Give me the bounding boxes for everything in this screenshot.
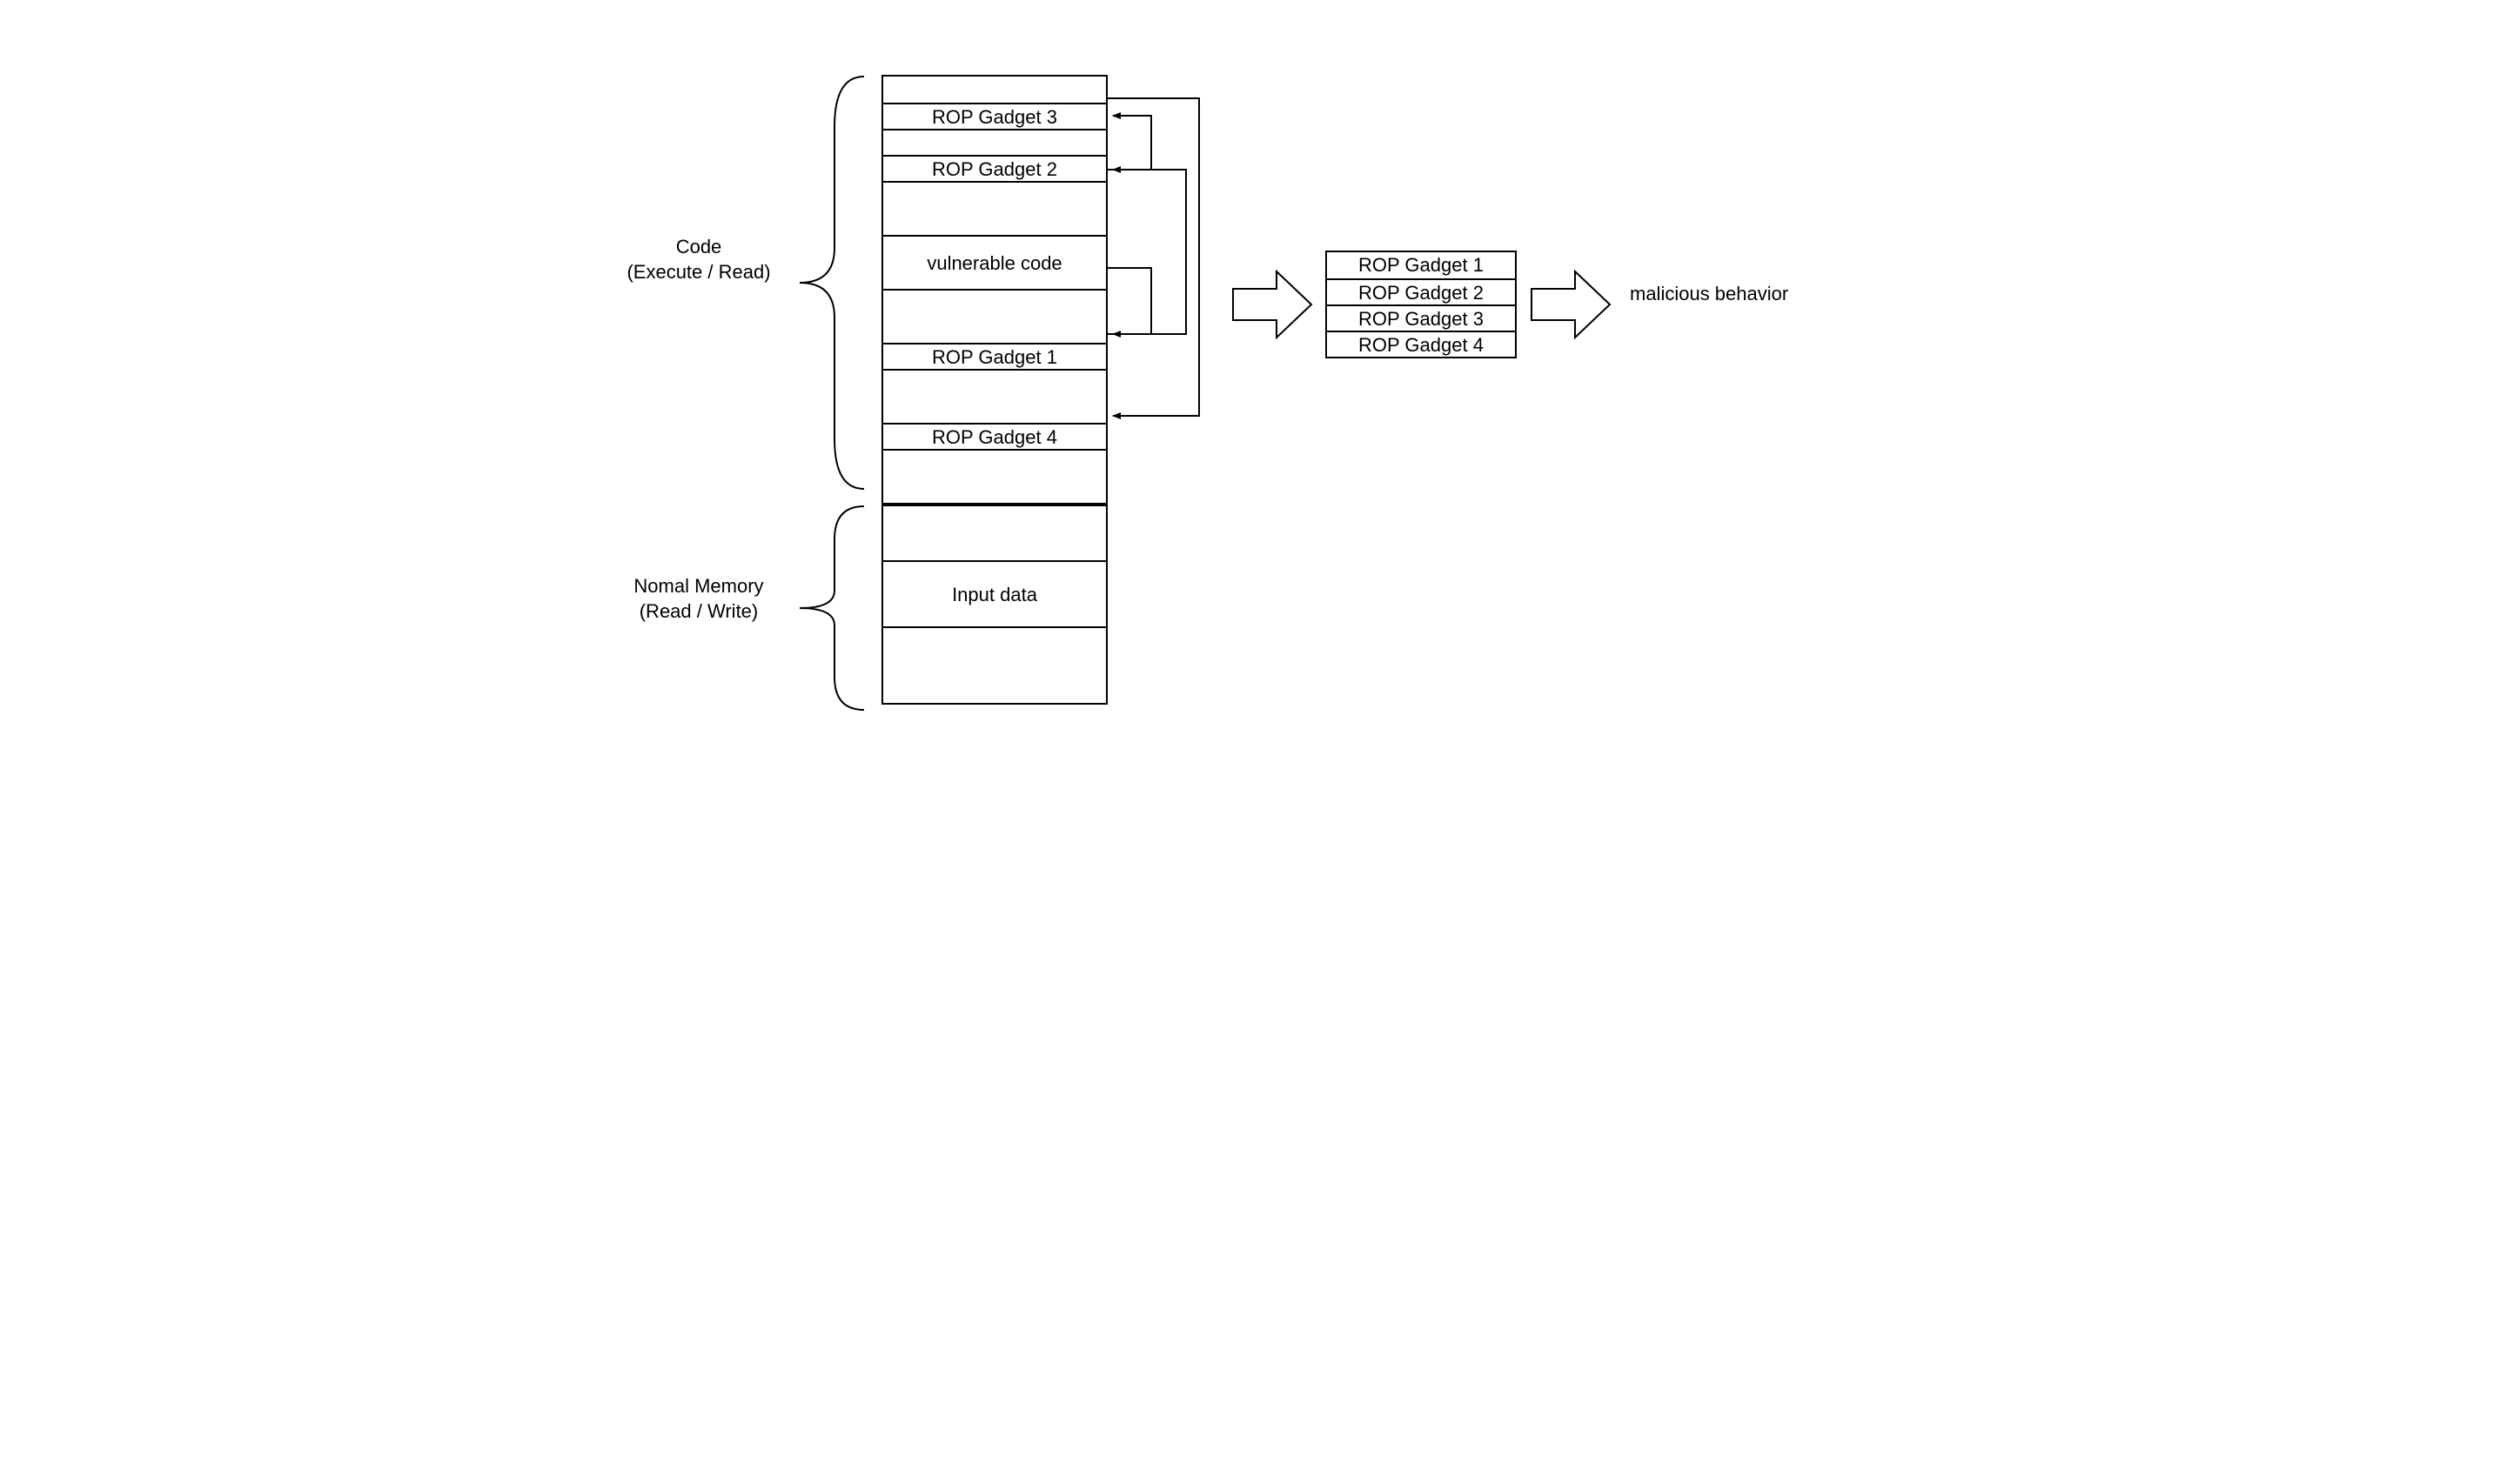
memory-column: Input data [881, 505, 1108, 705]
code-cell: ROP Gadget 1 [932, 346, 1057, 368]
code-row-gadget-1: ROP Gadget 1 [883, 343, 1106, 369]
chain-cell: ROP Gadget 4 [1358, 334, 1484, 356]
code-row [883, 369, 1106, 423]
chain-cell: ROP Gadget 1 [1358, 254, 1484, 276]
code-row-vulnerable: vulnerable code [883, 235, 1106, 289]
memory-cell: Input data [952, 584, 1037, 605]
rop-chain-table: ROP Gadget 1 ROP Gadget 2 ROP Gadget 3 R… [1325, 251, 1517, 358]
rop-diagram: Code (Execute / Read) Nomal Memory (Read… [594, 17, 1926, 757]
chain-row: ROP Gadget 3 [1327, 304, 1515, 331]
brace-code [786, 75, 873, 491]
chain-row: ROP Gadget 2 [1327, 278, 1515, 304]
memory-section-label: Nomal Memory (Read / Write) [612, 574, 786, 624]
code-row [883, 449, 1106, 503]
code-cell: ROP Gadget 3 [932, 106, 1057, 128]
brace-memory [786, 505, 873, 712]
chain-cell: ROP Gadget 3 [1358, 308, 1484, 330]
code-row [883, 129, 1106, 155]
code-row [883, 181, 1106, 235]
memory-row-input: Input data [883, 560, 1106, 626]
memory-row [883, 626, 1106, 703]
chain-row: ROP Gadget 4 [1327, 331, 1515, 357]
memory-row [883, 506, 1106, 560]
code-row-gadget-3: ROP Gadget 3 [883, 103, 1106, 129]
code-cell: vulnerable code [927, 252, 1062, 274]
result-text: malicious behavior [1630, 283, 1788, 304]
code-row-gadget-4: ROP Gadget 4 [883, 423, 1106, 449]
chain-row: ROP Gadget 1 [1327, 252, 1515, 278]
code-section-text: Code (Execute / Read) [627, 236, 770, 283]
code-column: ROP Gadget 3 ROP Gadget 2 vulnerable cod… [881, 75, 1108, 505]
block-arrow-to-chain [1231, 270, 1314, 339]
code-row [883, 289, 1106, 343]
chain-cell: ROP Gadget 2 [1358, 282, 1484, 304]
result-label: malicious behavior [1630, 283, 1788, 305]
code-section-label: Code (Execute / Read) [620, 235, 777, 284]
code-row-gadget-2: ROP Gadget 2 [883, 155, 1106, 181]
code-cell: ROP Gadget 4 [932, 426, 1057, 448]
code-cell: ROP Gadget 2 [932, 158, 1057, 180]
block-arrow-to-result [1530, 270, 1612, 339]
code-row [883, 77, 1106, 103]
memory-section-text: Nomal Memory (Read / Write) [633, 575, 763, 622]
